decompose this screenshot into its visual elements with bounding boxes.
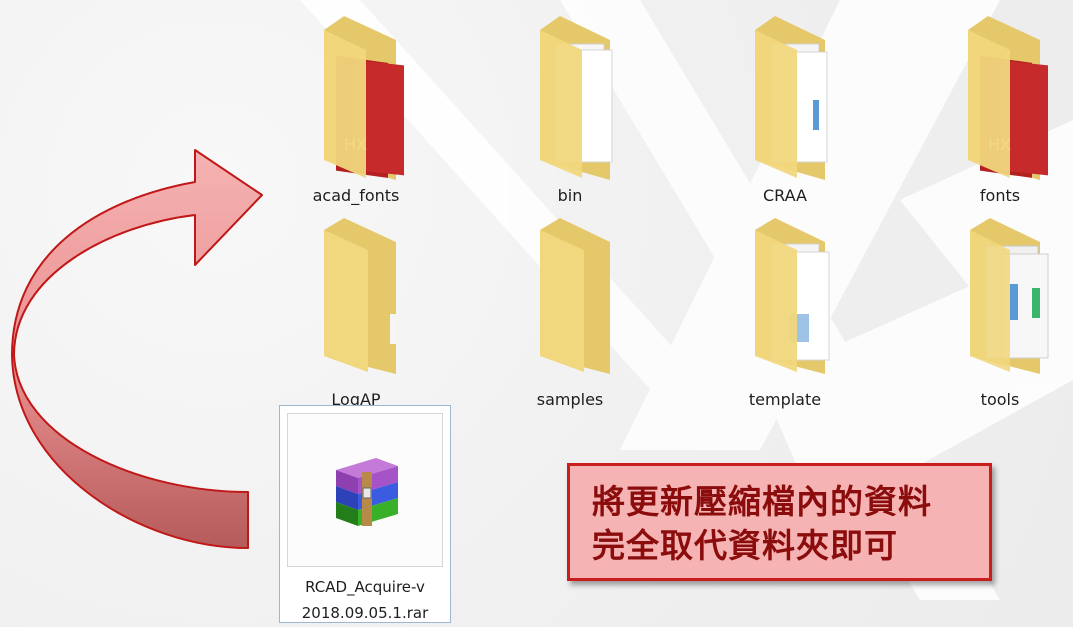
folder-label: CRAA <box>763 186 807 205</box>
folder-with-font-files-icon: HX <box>968 16 1048 180</box>
winrar-archive-icon <box>336 458 398 526</box>
folder-label: template <box>748 390 822 409</box>
file-thumbnail <box>287 413 443 567</box>
folder-tile-bin[interactable]: bin <box>485 10 655 205</box>
file-name: RCAD_Acquire-v 2018.09.05.1.rar <box>301 578 429 622</box>
file-tile-rar-archive[interactable]: RCAD_Acquire-v 2018.09.05.1.rar <box>279 405 451 623</box>
folder-tile-acad-fonts[interactable]: HX acad_fonts <box>271 10 441 205</box>
folder-label: tools <box>980 390 1020 409</box>
folder-label: fonts <box>979 186 1021 205</box>
folder-tile-logap[interactable]: LogAP <box>271 214 441 409</box>
note-line-2: 完全取代資料夾即可 <box>592 526 898 565</box>
folder-with-documents-icon <box>755 16 828 180</box>
empty-folder-icon <box>324 218 396 374</box>
folder-label: samples <box>536 390 604 409</box>
folder-with-documents-icon <box>970 218 1049 374</box>
folder-tile-template[interactable]: template <box>700 214 870 409</box>
folder-label: acad_fonts <box>312 186 400 205</box>
folder-tile-samples[interactable]: samples <box>485 214 655 409</box>
folder-tile-craa[interactable]: CRAA <box>700 10 870 205</box>
folder-label: bin <box>557 186 583 205</box>
folder-tile-tools[interactable]: tools <box>915 214 1073 409</box>
note-line-1: 將更新壓縮檔內的資料 <box>592 482 932 521</box>
folder-with-documents-icon <box>755 218 830 374</box>
folder-tile-fonts[interactable]: HX fonts <box>915 10 1073 205</box>
curved-arrow-icon <box>11 149 263 549</box>
folder-with-font-files-icon: HX <box>324 16 404 180</box>
folder-with-documents-icon <box>540 16 613 180</box>
instruction-note: 將更新壓縮檔內的資料 完全取代資料夾即可 <box>567 463 992 581</box>
empty-folder-icon <box>540 218 610 374</box>
